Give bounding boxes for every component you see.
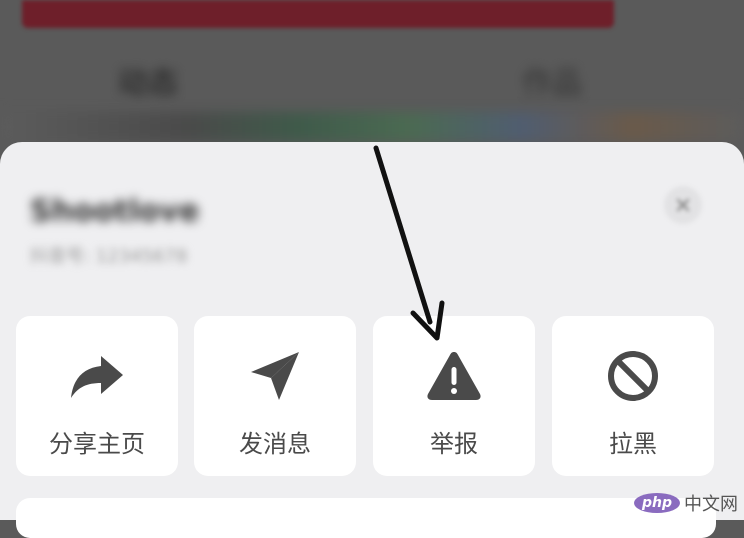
background-app: 动态 作品: [0, 0, 744, 160]
send-message-button[interactable]: 发消息: [194, 316, 356, 476]
share-profile-label: 分享主页: [49, 430, 145, 458]
next-option-row[interactable]: [16, 498, 716, 538]
watermark-logo: php: [633, 493, 680, 513]
background-banner: [22, 0, 614, 28]
background-tab-right: 作品: [522, 66, 582, 101]
warning-triangle-icon: [424, 346, 484, 406]
profile-subtitle: 抖音号: 12345678: [30, 246, 188, 267]
background-tab-left: 动态: [118, 66, 178, 101]
block-icon: [603, 346, 663, 406]
profile-name: Shootlove: [30, 194, 200, 229]
share-arrow-icon: [67, 346, 127, 406]
block-user-label: 拉黑: [609, 430, 657, 458]
background-thumbnail-strip: [0, 112, 744, 142]
report-button[interactable]: 举报: [373, 316, 535, 476]
paper-plane-icon: [245, 346, 305, 406]
action-sheet: Shootlove 抖音号: 12345678 分享主页 发消息 举报 拉黑: [0, 142, 744, 538]
report-label: 举报: [430, 430, 478, 458]
close-button[interactable]: [664, 186, 702, 224]
share-profile-button[interactable]: 分享主页: [16, 316, 178, 476]
block-user-button[interactable]: 拉黑: [552, 316, 714, 476]
watermark: php 中文网: [633, 490, 738, 516]
watermark-text: 中文网: [684, 494, 738, 515]
send-message-label: 发消息: [239, 430, 311, 458]
close-icon: [676, 198, 690, 212]
